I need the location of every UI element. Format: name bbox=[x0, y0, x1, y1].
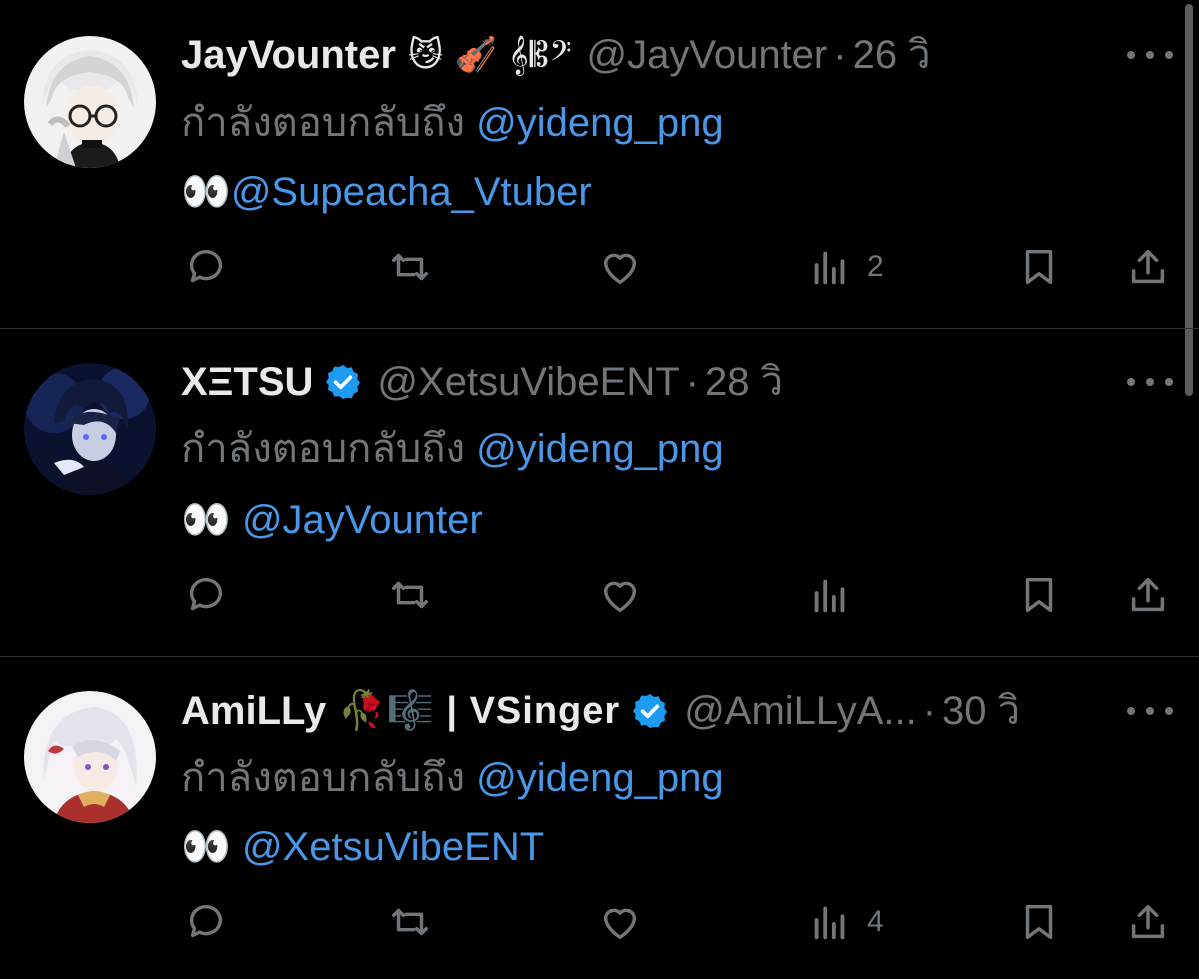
like-icon bbox=[603, 581, 637, 613]
replying-to-mention[interactable]: @yideng_png bbox=[476, 427, 723, 471]
bookmark-button[interactable] bbox=[1016, 242, 1062, 292]
share-button[interactable] bbox=[1125, 242, 1171, 292]
retweet-button[interactable] bbox=[387, 570, 433, 620]
more-icon[interactable] bbox=[1127, 45, 1173, 65]
replying-to: กำลังตอบกลับถึง @yideng_png bbox=[181, 421, 724, 477]
bookmark-icon bbox=[1025, 577, 1053, 613]
share-icon bbox=[1131, 904, 1165, 939]
separator: · bbox=[833, 33, 847, 77]
verified-badge-icon bbox=[633, 694, 668, 728]
replying-to-label: กำลังตอบกลับถึง bbox=[181, 101, 465, 145]
views-button[interactable]: 2 bbox=[807, 242, 884, 292]
tweet[interactable]: AmiLLy 🥀🎼 | VSinger @AmiLLyA... · 30 วิ … bbox=[0, 657, 1199, 979]
user-handle[interactable]: @AmiLLyA... bbox=[684, 683, 917, 739]
tweet-text: 👀 @XetsuVibeENT bbox=[181, 819, 544, 875]
views-icon bbox=[814, 906, 845, 940]
retweet-icon bbox=[391, 581, 429, 609]
tweet[interactable]: JayVounter 😼 🎻 𝄞𝄡𝄢 @JayVounter · 26 วิ ก… bbox=[0, 0, 1199, 329]
retweet-button[interactable] bbox=[387, 242, 433, 292]
separator: · bbox=[685, 360, 699, 404]
replying-to-mention[interactable]: @yideng_png bbox=[476, 101, 723, 145]
display-name[interactable]: JayVounter bbox=[181, 27, 396, 83]
avatar[interactable] bbox=[24, 363, 156, 495]
eyes-emoji: 👀 bbox=[181, 824, 231, 870]
verified-badge-icon bbox=[326, 365, 361, 399]
views-button[interactable] bbox=[807, 570, 867, 620]
user-handle[interactable]: @XetsuVibeENT bbox=[377, 354, 679, 410]
bookmark-icon bbox=[1025, 249, 1053, 285]
reply-button[interactable] bbox=[183, 570, 229, 620]
tweet-text: 👀@Supeacha_Vtuber bbox=[181, 164, 592, 220]
views-icon bbox=[814, 579, 845, 613]
action-bar bbox=[181, 570, 1175, 620]
like-icon bbox=[603, 253, 637, 285]
bookmark-button[interactable] bbox=[1016, 897, 1062, 947]
replying-to-label: กำลังตอบกลับถึง bbox=[181, 427, 465, 471]
like-button[interactable] bbox=[597, 570, 643, 620]
share-icon bbox=[1131, 249, 1165, 284]
like-button[interactable] bbox=[597, 242, 643, 292]
reply-icon bbox=[189, 577, 223, 611]
views-count: 4 bbox=[867, 905, 884, 938]
timestamp[interactable]: 28 วิ bbox=[705, 354, 783, 410]
tweet-header: AmiLLy 🥀🎼 | VSinger @AmiLLyA... · 30 วิ bbox=[181, 683, 1139, 739]
tweet-header: XΞTSU @XetsuVibeENT · 28 วิ bbox=[181, 354, 1139, 410]
timestamp[interactable]: 30 วิ bbox=[942, 683, 1020, 739]
action-bar: 4 bbox=[181, 897, 1175, 947]
bookmark-icon bbox=[1025, 904, 1053, 940]
tweet-text: 👀 @JayVounter bbox=[181, 492, 483, 548]
user-handle[interactable]: @JayVounter bbox=[587, 27, 828, 83]
retweet-button[interactable] bbox=[387, 897, 433, 947]
action-bar: 2 bbox=[181, 242, 1175, 292]
body-mention[interactable]: @JayVounter bbox=[242, 498, 483, 542]
replying-to: กำลังตอบกลับถึง @yideng_png bbox=[181, 95, 724, 151]
reply-icon bbox=[189, 904, 223, 938]
reply-button[interactable] bbox=[183, 897, 229, 947]
replying-to: กำลังตอบกลับถึง @yideng_png bbox=[181, 750, 724, 806]
views-icon bbox=[814, 251, 845, 285]
share-icon bbox=[1131, 577, 1165, 612]
more-icon[interactable] bbox=[1127, 701, 1173, 721]
avatar[interactable] bbox=[24, 36, 156, 168]
display-name-emoji: 🥀🎼 | VSinger bbox=[338, 690, 621, 732]
views-count: 2 bbox=[867, 250, 884, 283]
reply-button[interactable] bbox=[183, 242, 229, 292]
like-icon bbox=[603, 908, 637, 940]
replying-to-mention[interactable]: @yideng_png bbox=[476, 756, 723, 800]
reply-icon bbox=[189, 249, 223, 283]
display-name[interactable]: AmiLLy bbox=[181, 683, 326, 739]
display-name[interactable]: XΞTSU bbox=[181, 354, 313, 410]
share-button[interactable] bbox=[1125, 570, 1171, 620]
more-icon[interactable] bbox=[1127, 372, 1173, 392]
separator: · bbox=[922, 689, 937, 733]
tweet-header: JayVounter 😼 🎻 𝄞𝄡𝄢 @JayVounter · 26 วิ bbox=[181, 27, 1139, 83]
replying-to-label: กำลังตอบกลับถึง bbox=[181, 756, 465, 800]
avatar[interactable] bbox=[24, 691, 156, 823]
tweet[interactable]: XΞTSU @XetsuVibeENT · 28 วิ กำลังตอบกลับ… bbox=[0, 329, 1199, 657]
eyes-emoji: 👀 bbox=[181, 497, 231, 543]
bookmark-button[interactable] bbox=[1016, 570, 1062, 620]
display-name-emoji: 😼 🎻 𝄞𝄡𝄢 bbox=[407, 36, 573, 74]
body-mention[interactable]: @Supeacha_Vtuber bbox=[231, 170, 592, 214]
timestamp[interactable]: 26 วิ bbox=[853, 27, 931, 83]
eyes-emoji: 👀 bbox=[181, 169, 231, 215]
retweet-icon bbox=[391, 253, 429, 281]
body-mention[interactable]: @XetsuVibeENT bbox=[242, 825, 544, 869]
like-button[interactable] bbox=[597, 897, 643, 947]
views-button[interactable]: 4 bbox=[807, 897, 884, 947]
share-button[interactable] bbox=[1125, 897, 1171, 947]
retweet-icon bbox=[391, 908, 429, 936]
